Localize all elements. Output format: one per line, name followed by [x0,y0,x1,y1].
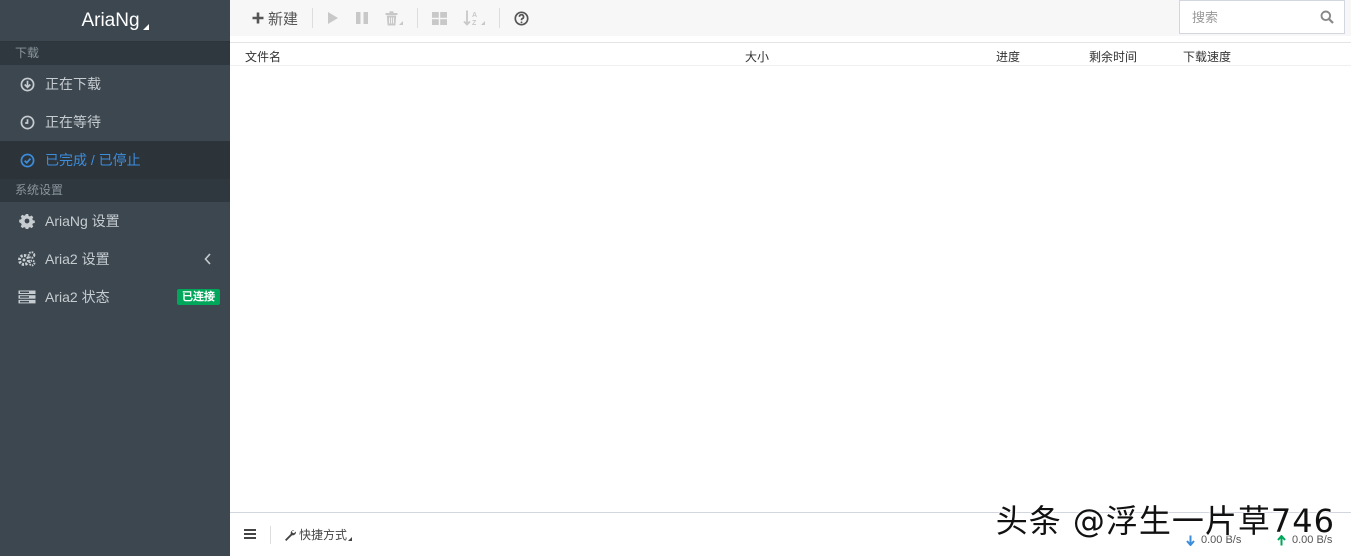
section-header-download: 下载 [0,42,230,65]
gear-icon [18,212,36,230]
watermark-text: 头条 @浮生一片草746 [995,502,1335,540]
column-header-download-speed[interactable]: 下载速度 [1183,48,1231,65]
sort-caret-icon [481,21,486,25]
pause-button[interactable] [347,0,377,36]
sidebar: AriaNg 下载 正在下载 正在等待 已完成 / 已停止 系统设置 AriaN… [0,0,230,556]
delete-caret-icon [399,21,404,25]
clock-icon [18,113,36,131]
section-header-settings: 系统设置 [0,179,230,202]
logo-caret-icon [142,23,149,30]
new-task-label: 新建 [268,10,299,28]
shortcut-menu-button[interactable]: 快捷方式 [284,526,353,543]
toolbar-divider [499,8,501,28]
hamburger-menu-icon[interactable] [244,528,258,542]
sort-button[interactable]: AZ [455,0,493,36]
sidebar-item-waiting[interactable]: 正在等待 [0,103,230,141]
search-input[interactable] [1192,9,1312,25]
svg-text:Z: Z [472,20,477,26]
toolbar-divider [312,8,314,28]
shortcut-label: 快捷方式 [299,528,348,542]
trash-icon [385,10,398,25]
play-icon [328,12,339,24]
gears-icon [18,250,36,268]
download-circle-icon [18,75,36,93]
question-circle-icon [514,10,529,26]
search-box [1179,0,1345,34]
delete-button[interactable] [377,0,411,36]
search-icon[interactable] [1320,10,1334,27]
task-table-header: 文件名 大小 进度 剩余时间 下载速度 [230,42,1351,66]
column-header-progress[interactable]: 进度 [996,48,1020,65]
svg-text:A: A [472,12,477,19]
chevron-left-icon[interactable] [204,252,212,268]
plus-icon [252,12,264,24]
footer-divider [270,525,271,544]
sidebar-item-label: Aria2 设置 [45,251,110,267]
help-button[interactable] [506,0,537,36]
sidebar-item-label: 正在下载 [45,76,101,92]
wrench-icon [285,529,296,541]
app-title: AriaNg [81,9,140,31]
start-button[interactable] [319,0,347,36]
column-header-size[interactable]: 大小 [745,48,769,65]
column-header-filename[interactable]: 文件名 [245,48,281,65]
sidebar-item-stopped[interactable]: 已完成 / 已停止 [0,141,230,179]
sidebar-item-downloading[interactable]: 正在下载 [0,65,230,103]
sort-alpha-icon: AZ [463,10,477,26]
pause-icon [356,12,369,24]
sidebar-item-aria2-status[interactable]: Aria2 状态 已连接 [0,278,230,316]
app-logo[interactable]: AriaNg [0,0,230,42]
toolbar-divider [417,8,419,28]
shortcut-caret-icon [348,536,353,541]
sidebar-item-label: Aria2 状态 [45,289,110,305]
sidebar-item-label: 已完成 / 已停止 [45,152,141,168]
select-all-button[interactable] [424,0,455,36]
status-badge: 已连接 [177,289,220,305]
sidebar-item-label: AriaNg 设置 [45,213,120,229]
main-panel: 新建 AZ 文件名 [230,0,1351,556]
new-task-button[interactable]: 新建 [244,0,306,36]
sidebar-item-label: 正在等待 [45,114,101,130]
server-icon [18,288,36,306]
check-circle-icon [18,151,36,169]
sidebar-item-ariang-settings[interactable]: AriaNg 设置 [0,202,230,240]
column-header-remaining-time[interactable]: 剩余时间 [1089,48,1137,65]
sidebar-item-aria2-settings[interactable]: Aria2 设置 [0,240,230,278]
grid-icon [432,11,448,25]
toolbar: 新建 AZ [230,0,1351,36]
